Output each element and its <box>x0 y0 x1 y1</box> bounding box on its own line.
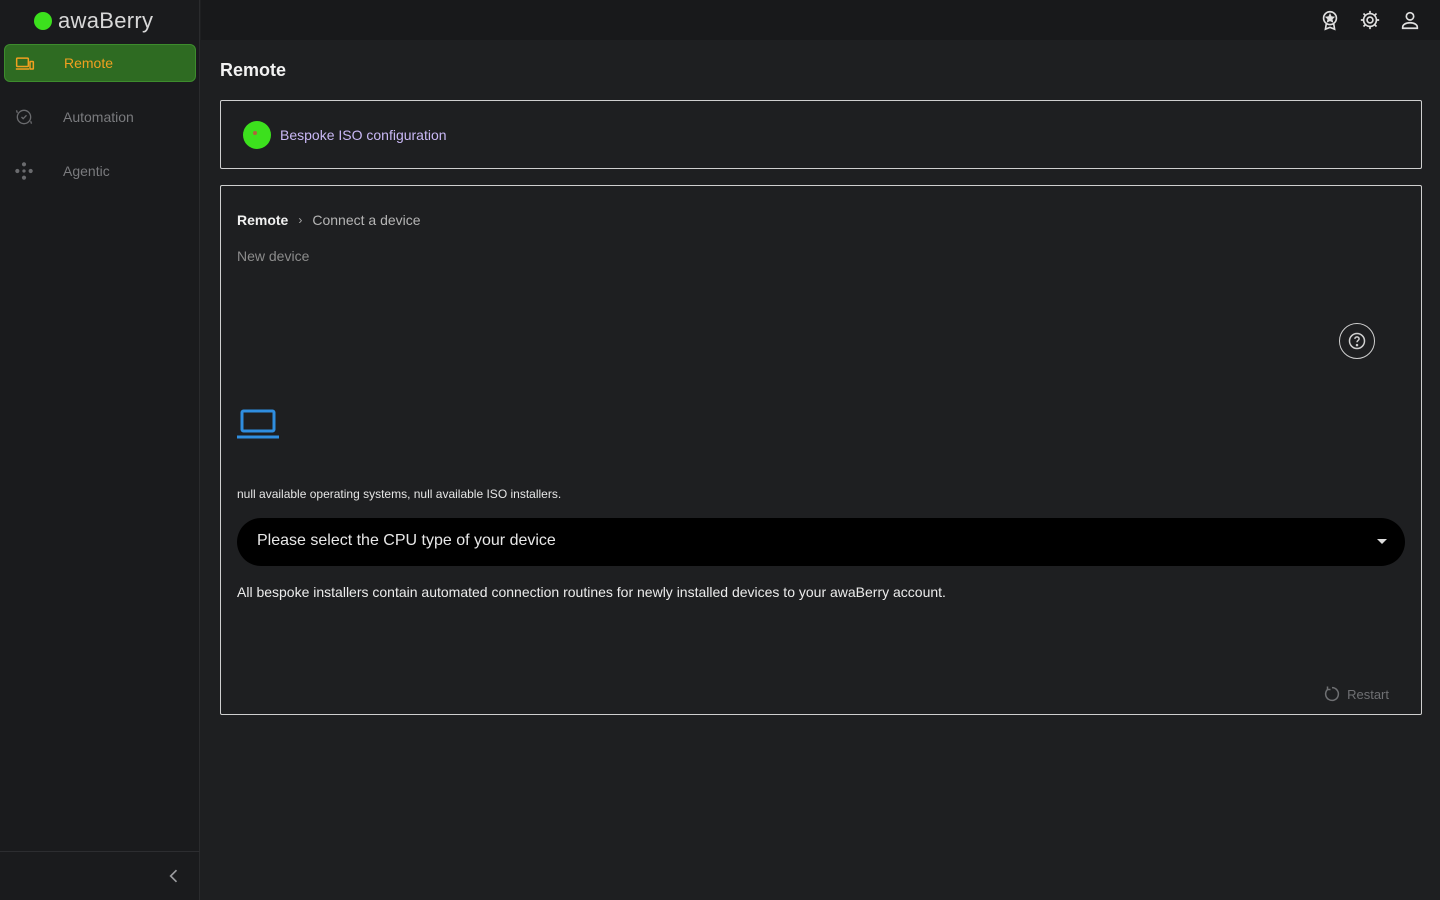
os-availability-text: null available operating systems, null a… <box>237 487 562 501</box>
user-icon[interactable] <box>1399 9 1421 31</box>
connect-device-card: Remote › Connect a device New device nul… <box>220 185 1422 715</box>
sidebar-item-agentic[interactable]: Agentic <box>4 152 196 190</box>
status-dot-icon <box>243 121 271 149</box>
help-button[interactable] <box>1339 323 1375 359</box>
restart-label: Restart <box>1347 686 1389 702</box>
logo-dot-icon <box>34 12 52 30</box>
card-subtitle: New device <box>237 248 310 264</box>
bespoke-iso-card[interactable]: Bespoke ISO configuration <box>220 100 1422 169</box>
help-icon <box>1348 332 1366 350</box>
sidebar-item-automation[interactable]: Automation <box>4 98 196 136</box>
automation-icon <box>15 109 33 125</box>
sidebar: awaBerry Remote Automation Agentic <box>0 0 200 900</box>
sidebar-footer <box>0 851 200 900</box>
restart-icon <box>1325 686 1340 702</box>
restart-button[interactable]: Restart <box>1323 685 1389 703</box>
breadcrumb-root[interactable]: Remote <box>237 212 288 228</box>
app-name: awaBerry <box>58 8 154 33</box>
chevron-left-icon[interactable] <box>164 866 184 886</box>
app-logo[interactable]: awaBerry <box>34 6 153 36</box>
cpu-type-select[interactable]: Please select the CPU type of your devic… <box>237 518 1405 566</box>
award-icon[interactable] <box>1319 9 1341 31</box>
devices-icon <box>15 57 35 70</box>
sidebar-item-label: Automation <box>63 109 134 125</box>
installer-description: All bespoke installers contain automated… <box>237 584 946 600</box>
caret-down-icon <box>1377 539 1387 544</box>
sidebar-item-label: Agentic <box>63 163 110 179</box>
breadcrumb-current: Connect a device <box>312 212 421 228</box>
bespoke-iso-label: Bespoke ISO configuration <box>280 127 447 143</box>
cpu-select-placeholder: Please select the CPU type of your devic… <box>257 532 556 549</box>
breadcrumb: Remote › Connect a device <box>237 212 421 228</box>
chevron-right-icon: › <box>298 213 303 227</box>
laptop-icon <box>237 409 279 439</box>
gear-icon[interactable] <box>1359 9 1381 31</box>
sidebar-item-label: Remote <box>64 55 114 71</box>
page-title: Remote <box>220 60 287 80</box>
agentic-icon <box>15 162 33 180</box>
sidebar-item-remote[interactable]: Remote <box>4 44 196 82</box>
top-bar <box>201 0 1440 40</box>
